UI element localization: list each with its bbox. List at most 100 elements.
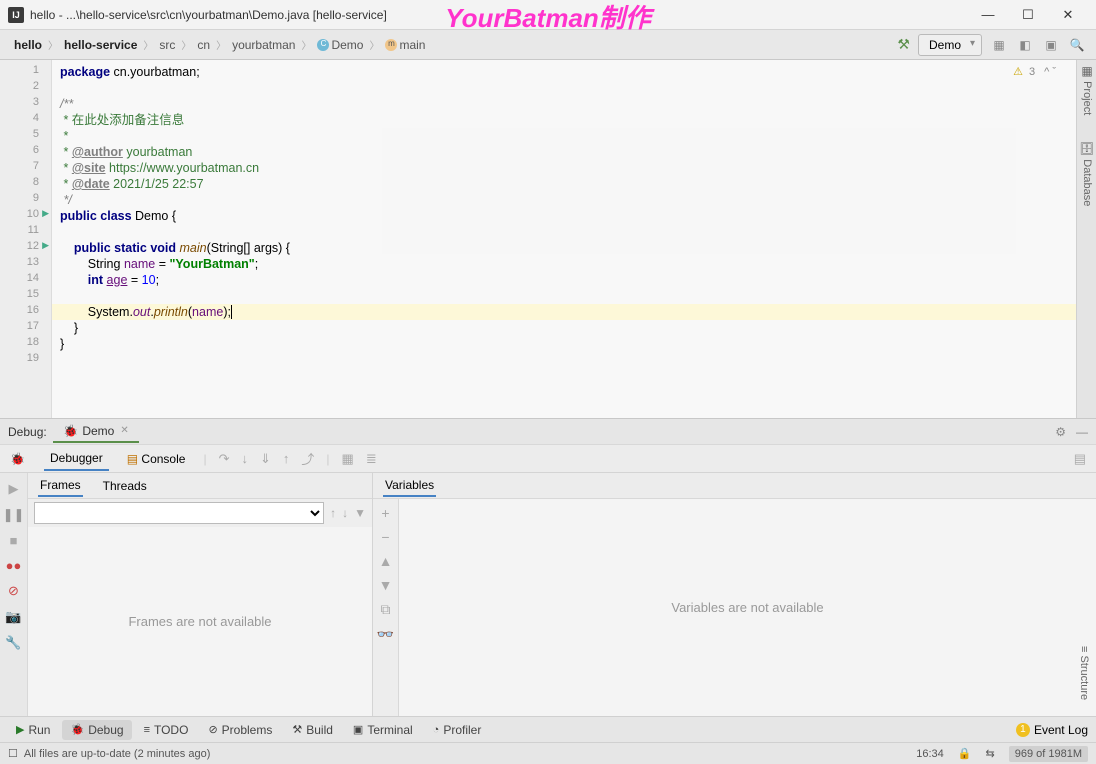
gutter-line[interactable]: 7 (0, 160, 51, 176)
force-step-into-icon[interactable]: ⇓ (260, 451, 271, 467)
debug-session-tab[interactable]: 🐞 Demo ✕ (53, 421, 138, 443)
step-into-icon[interactable]: ↓ (241, 451, 248, 466)
crumb-src[interactable]: src (155, 36, 179, 54)
run-gutter-icon[interactable]: ▶ (42, 208, 49, 219)
gutter-line[interactable]: 16 (0, 304, 51, 320)
gutter-line[interactable]: 10▶ (0, 208, 51, 224)
gutter-line[interactable]: 19 (0, 352, 51, 368)
up-icon[interactable]: ▲ (379, 553, 393, 569)
maximize-button[interactable]: ☐ (1008, 0, 1048, 30)
code-editor[interactable]: ⚠3 ^ ˇ package cn.yourbatman; /** * 在此处添… (52, 60, 1076, 418)
gutter-line[interactable]: 2 (0, 80, 51, 96)
frames-tab-btn[interactable]: Frames (38, 475, 83, 497)
right-tool-tabs: ▦ Project 🗄 Database (1076, 60, 1096, 211)
step-out-icon[interactable]: ↑ (283, 451, 290, 466)
hide-icon[interactable]: — (1076, 425, 1088, 439)
gutter-line[interactable]: 15 (0, 288, 51, 304)
problems-tool-tab[interactable]: ⊘Problems (200, 720, 280, 740)
copy-icon[interactable]: ⧉ (381, 601, 391, 618)
gutter-line[interactable]: 4 (0, 112, 51, 128)
run-config-select[interactable]: Demo (918, 34, 982, 56)
build-icon[interactable]: ⚒ (897, 36, 910, 53)
debug-tool-tab[interactable]: 🐞Debug (62, 720, 131, 740)
event-log-tab[interactable]: Event Log (1034, 723, 1088, 737)
structure-tool-tab[interactable]: ≡ Structure (1076, 642, 1092, 704)
time-text: 16:34 (916, 748, 944, 760)
project-tool-tab[interactable]: ▦ Project (1076, 60, 1096, 119)
minimize-button[interactable]: — (968, 0, 1008, 30)
prev-frame-icon[interactable]: ↑ (330, 506, 336, 520)
indent-icon[interactable]: ⇆ (986, 747, 995, 760)
console-tab[interactable]: ▤ Console (121, 448, 192, 470)
next-frame-icon[interactable]: ↓ (342, 506, 348, 520)
gutter-line[interactable]: 1 (0, 64, 51, 80)
gutter-line[interactable]: 14 (0, 272, 51, 288)
threads-tab-btn[interactable]: Threads (103, 479, 147, 493)
glasses-icon[interactable]: 👓 (377, 626, 394, 643)
crumb-project[interactable]: hello (10, 36, 46, 54)
filter-icon[interactable]: ▼ (354, 506, 366, 520)
database-icon: 🗄 (1080, 141, 1094, 156)
crumb-pkg[interactable]: yourbatman (228, 36, 299, 54)
vars-empty-text: Variables are not available (399, 499, 1096, 716)
terminal-tool-tab[interactable]: ▣Terminal (345, 720, 421, 740)
search-icon[interactable]: 🔍 (1068, 36, 1086, 54)
trace-icon[interactable]: ≣ (366, 451, 377, 467)
step-over-icon[interactable]: ↷ (219, 451, 230, 467)
evaluate-icon[interactable]: ▦ (342, 451, 354, 467)
run-tool-tab[interactable]: ▶Run (8, 720, 58, 740)
debug-panel: Debug: 🐞 Demo ✕ ⚙ — 🐞 Debugger ▤ Console… (0, 418, 1096, 716)
gutter-line[interactable]: 12▶ (0, 240, 51, 256)
rerun-icon[interactable]: 🐞 (10, 452, 32, 466)
wrench-icon[interactable]: 🔧 (5, 635, 21, 651)
build-icon: ⚒ (292, 723, 302, 736)
add-watch-icon[interactable]: + (381, 505, 389, 521)
memory-indicator[interactable]: 969 of 1981M (1009, 746, 1088, 762)
profile-icon[interactable]: ▣ (1042, 36, 1060, 54)
layout-icon[interactable]: ▤ (1074, 451, 1086, 467)
vars-toolbar: + − ▲ ▼ ⧉ 👓 (373, 499, 399, 716)
debugger-tab[interactable]: Debugger (44, 447, 109, 471)
down-icon[interactable]: ▼ (379, 577, 393, 593)
database-tool-tab[interactable]: 🗄 Database (1076, 137, 1096, 210)
frames-pane: Frames Threads ↑ ↓ ▼ Frames are not avai… (28, 473, 373, 716)
drop-frame-icon[interactable]: ⤴ (301, 449, 314, 468)
camera-icon[interactable]: 📷 (5, 609, 21, 625)
gutter-line[interactable]: 17 (0, 320, 51, 336)
gutter-line[interactable]: 9 (0, 192, 51, 208)
run-gutter-icon[interactable]: ▶ (42, 240, 49, 251)
pause-icon[interactable]: ❚❚ (3, 507, 25, 523)
gutter-line[interactable]: 18 (0, 336, 51, 352)
todo-icon: ≡ (144, 724, 150, 736)
todo-tool-tab[interactable]: ≡TODO (136, 720, 197, 740)
crumb-class[interactable]: CDemo (313, 36, 367, 54)
gutter-line[interactable]: 3 (0, 96, 51, 112)
gutter-line[interactable]: 6 (0, 144, 51, 160)
mute-breakpoints-icon[interactable]: ⊘ (8, 583, 19, 599)
remove-watch-icon[interactable]: − (381, 529, 389, 545)
crumb-method[interactable]: mmain (381, 36, 429, 54)
crumb-module[interactable]: hello-service (60, 36, 141, 54)
gutter-line[interactable]: 11 (0, 224, 51, 240)
coverage-icon[interactable]: ◧ (1016, 36, 1034, 54)
structure-icon: ≡ (1078, 646, 1090, 652)
lock-icon[interactable]: 🔒 (958, 747, 972, 760)
gutter-line[interactable]: 13 (0, 256, 51, 272)
build-tool-tab[interactable]: ⚒Build (284, 720, 341, 740)
inspection-widget[interactable]: ⚠3 ^ ˇ (1013, 64, 1056, 80)
close-button[interactable]: ✕ (1048, 0, 1088, 30)
thread-select[interactable] (34, 502, 324, 524)
crumb-cn[interactable]: cn (193, 36, 214, 54)
view-breakpoints-icon[interactable]: ●● (6, 558, 22, 573)
gutter-line[interactable]: 5 (0, 128, 51, 144)
status-icon[interactable]: ☐ (8, 747, 18, 760)
run-icon[interactable]: ▦ (990, 36, 1008, 54)
close-tab-icon[interactable]: ✕ (120, 425, 128, 436)
run-icon: ▶ (16, 723, 24, 736)
stop-icon[interactable]: ■ (10, 533, 18, 548)
settings-icon[interactable]: ⚙ (1055, 425, 1066, 439)
gutter-line[interactable]: 8 (0, 176, 51, 192)
resume-icon[interactable]: ▶ (9, 481, 19, 497)
profiler-tool-tab[interactable]: ◔Profiler (425, 720, 490, 740)
variables-tab-btn[interactable]: Variables (383, 475, 436, 497)
